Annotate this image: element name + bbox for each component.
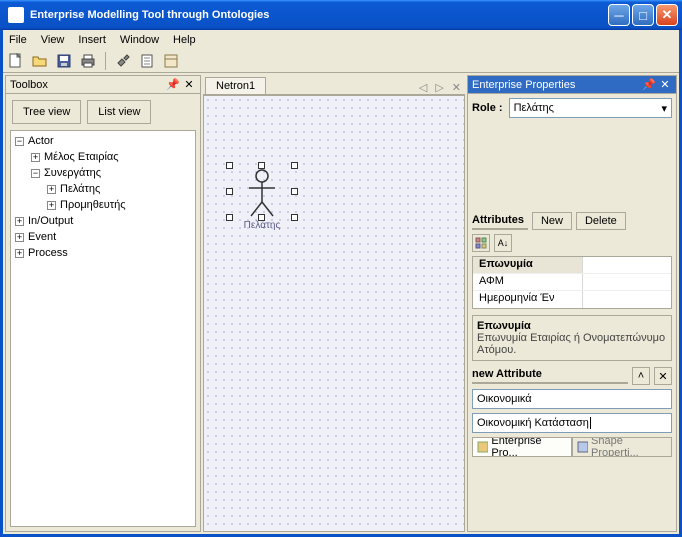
tab-next-icon[interactable]: ▷ [431, 81, 447, 94]
properties-header: Enterprise Properties 📌 ✕ [468, 76, 676, 94]
tree-node[interactable]: Πελάτης [60, 183, 100, 195]
minimize-button[interactable]: ─ [608, 4, 630, 26]
properties-icon [477, 441, 488, 453]
grid-row-selected[interactable]: Επωνυμία [473, 257, 583, 273]
list-view-button[interactable]: List view [87, 100, 151, 124]
tab-prev-icon[interactable]: ◁ [415, 81, 431, 94]
selection-handles [226, 162, 298, 221]
pin-icon[interactable]: 📌 [642, 78, 656, 92]
canvas-tab[interactable]: Netron1 [205, 77, 266, 94]
resize-handle[interactable] [226, 162, 233, 169]
attributes-grid[interactable]: Επωνυμία ΑΦΜ Ημερομηνία Έν [472, 256, 672, 309]
tree-node[interactable]: Event [28, 231, 56, 243]
toolbox-panel: Toolbox 📌 ✕ Tree view List view −Actor +… [5, 75, 201, 532]
description-title: Επωνυμία [477, 320, 667, 332]
role-select[interactable]: Πελάτης ▾ [509, 98, 672, 118]
categorize-icon[interactable] [472, 234, 490, 252]
tree-node[interactable]: Process [28, 247, 68, 259]
form-icon[interactable] [162, 52, 180, 70]
grid-row[interactable]: Ημερομηνία Έν [473, 291, 583, 308]
window-title: Enterprise Modelling Tool through Ontolo… [30, 9, 269, 21]
grid-row[interactable]: ΑΦΜ [473, 274, 583, 290]
resize-handle[interactable] [291, 162, 298, 169]
resize-handle[interactable] [258, 162, 265, 169]
settings-icon[interactable] [114, 52, 132, 70]
chevron-down-icon: ▾ [661, 102, 667, 115]
tab-shape-properties[interactable]: Shape Properti... [572, 438, 672, 457]
pin-icon[interactable]: 📌 [166, 78, 180, 92]
new-attribute-name-input[interactable]: Οικονομική Κατάσταση [472, 413, 672, 433]
tree-view-button[interactable]: Tree view [12, 100, 81, 124]
attributes-label: Attributes [472, 214, 528, 230]
collapse-icon[interactable]: − [31, 169, 40, 178]
menu-help[interactable]: Help [173, 34, 196, 46]
resize-handle[interactable] [291, 214, 298, 221]
open-icon[interactable] [31, 52, 49, 70]
actor-shape[interactable]: Πελάτης [232, 168, 292, 231]
tree-node-actor[interactable]: Actor [28, 135, 54, 147]
tree-node[interactable]: In/Output [28, 215, 73, 227]
tree-node[interactable]: Συνεργάτης [44, 167, 101, 179]
new-button[interactable]: New [532, 212, 572, 230]
resize-handle[interactable] [226, 188, 233, 195]
tab-enterprise-properties[interactable]: Enterprise Pro... [472, 438, 572, 457]
resize-handle[interactable] [226, 214, 233, 221]
role-value: Πελάτης [514, 102, 554, 114]
title-bar: Enterprise Modelling Tool through Ontolo… [0, 0, 682, 30]
print-icon[interactable] [79, 52, 97, 70]
canvas-panel: Netron1 ◁ ▷ ✕ Πελάτης [203, 75, 465, 532]
close-panel-icon[interactable]: ✕ [182, 78, 196, 92]
role-label: Role : [472, 102, 503, 114]
new-attribute-category-input[interactable]: Οικονομικά [472, 389, 672, 409]
save-icon[interactable] [55, 52, 73, 70]
sort-az-icon[interactable]: A↓ [494, 234, 512, 252]
canvas[interactable]: Πελάτης [203, 95, 465, 532]
collapse-icon[interactable]: − [15, 137, 24, 146]
expand-icon[interactable]: + [47, 201, 56, 210]
toolbox-header: Toolbox 📌 ✕ [6, 76, 200, 94]
delete-button[interactable]: Delete [576, 212, 626, 230]
maximize-button[interactable]: □ [632, 4, 654, 26]
resize-handle[interactable] [258, 214, 265, 221]
expand-icon[interactable]: + [15, 217, 24, 226]
properties-bottom-tabs: Enterprise Pro... Shape Properti... [472, 437, 672, 457]
expand-icon[interactable]: + [15, 233, 24, 242]
resize-handle[interactable] [291, 188, 298, 195]
toolbar [3, 49, 679, 73]
description-box: Επωνυμία Επωνυμία Εταιρίας ή Ονοματεπώνυ… [472, 315, 672, 361]
tab-close-icon[interactable]: ✕ [448, 81, 465, 94]
properties-panel: Enterprise Properties 📌 ✕ Role : Πελάτης… [467, 75, 677, 532]
close-button[interactable]: ✕ [656, 4, 678, 26]
properties-title: Enterprise Properties [472, 79, 575, 91]
expand-icon[interactable]: + [15, 249, 24, 258]
expand-icon[interactable]: + [47, 185, 56, 194]
new-file-icon[interactable] [7, 52, 25, 70]
menu-insert[interactable]: Insert [78, 34, 106, 46]
menu-view[interactable]: View [41, 34, 65, 46]
shape-icon [577, 441, 588, 453]
new-attribute-label: new Attribute [472, 368, 628, 384]
tree-node[interactable]: Προμηθευτής [60, 199, 126, 211]
menu-bar: File View Insert Window Help [3, 30, 679, 49]
app-icon [8, 7, 24, 23]
cancel-new-icon[interactable]: ✕ [654, 367, 672, 385]
expand-icon[interactable]: + [31, 153, 40, 162]
canvas-tabstrip: Netron1 ◁ ▷ ✕ [203, 75, 465, 95]
actor-label: Πελάτης [232, 220, 292, 231]
menu-file[interactable]: File [9, 34, 27, 46]
toolbox-title: Toolbox [10, 79, 48, 91]
description-text: Επωνυμία Εταιρίας ή Ονοματεπώνυμο Ατόμου… [477, 332, 667, 356]
tree-node[interactable]: Μέλος Εταιρίας [44, 151, 119, 163]
collapse-up-icon[interactable]: ˄ [632, 367, 650, 385]
menu-window[interactable]: Window [120, 34, 159, 46]
toolbox-tree[interactable]: −Actor +Μέλος Εταιρίας −Συνεργάτης +Πελά… [10, 130, 196, 527]
close-panel-icon[interactable]: ✕ [658, 78, 672, 92]
document-icon[interactable] [138, 52, 156, 70]
